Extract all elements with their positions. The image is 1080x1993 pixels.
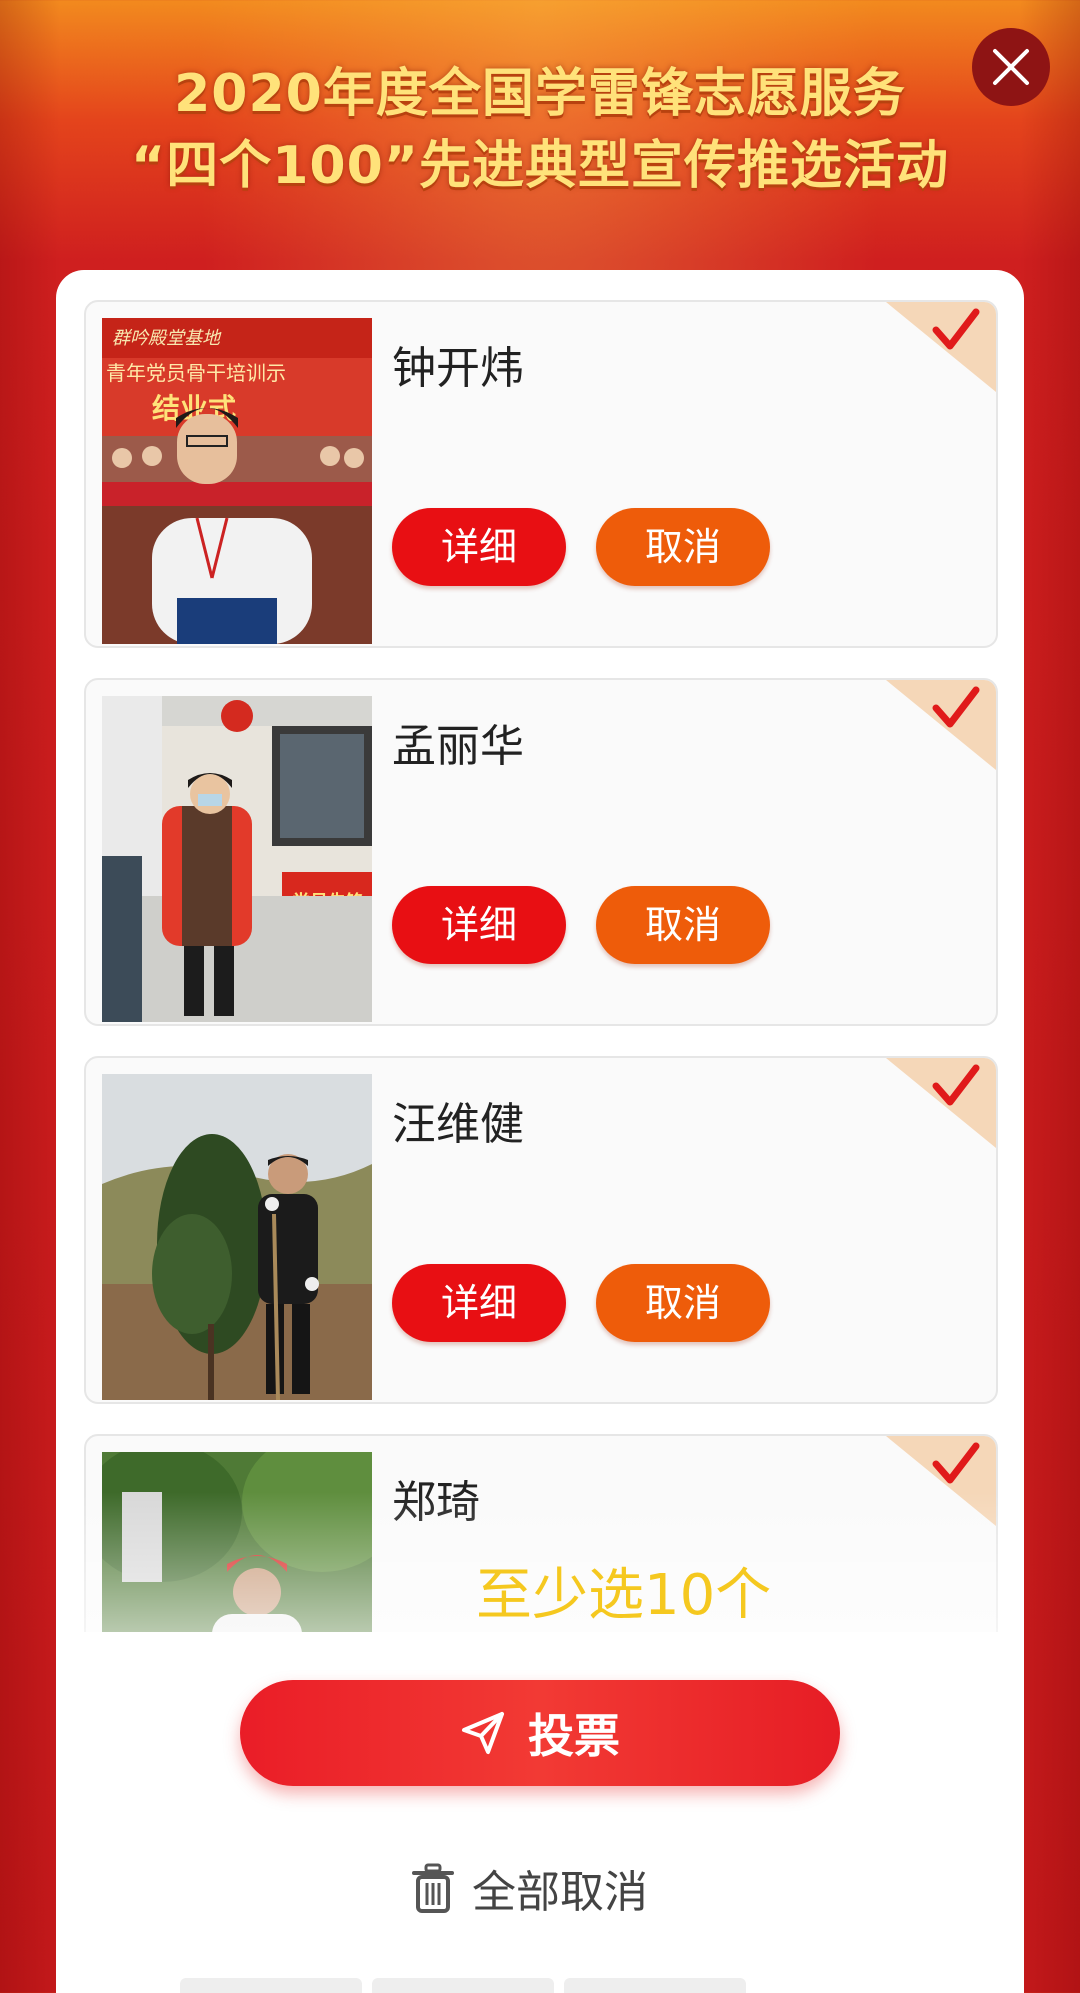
checkmark-icon xyxy=(886,302,996,392)
detail-button[interactable]: 详细 xyxy=(392,1264,566,1342)
close-button[interactable] xyxy=(972,28,1050,106)
title-line-2: “四个100”先进典型宣传推选活动 xyxy=(131,136,949,196)
footer-placeholder xyxy=(564,1978,746,1993)
footer-placeholder xyxy=(180,1978,362,1993)
cancel-button[interactable]: 取消 xyxy=(596,508,770,586)
candidate-name: 钟开炜 xyxy=(392,343,524,394)
candidate-name: 孟丽华 xyxy=(392,721,524,772)
photo-banner-top: 群吟殿堂基地 xyxy=(112,328,222,349)
vote-button[interactable]: 投票 xyxy=(240,1680,840,1786)
vote-label: 投票 xyxy=(528,1709,620,1763)
candidate-photo: 党员先锋 xyxy=(102,696,372,1022)
candidate-card: 汪维健 详细 取消 xyxy=(84,1056,998,1404)
candidate-photo: 群吟殿堂基地 青年党员骨干培训示 结业式 xyxy=(102,318,372,644)
cancel-button[interactable]: 取消 xyxy=(596,886,770,964)
photo-banner-mid: 青年党员骨干培训示 xyxy=(106,361,286,385)
minimum-selection-hint: 至少选10个 xyxy=(476,1563,772,1628)
cancel-all-button[interactable]: 全部取消 xyxy=(412,1858,648,1918)
cancel-all-label: 全部取消 xyxy=(472,1867,648,1918)
candidate-photo xyxy=(102,1074,372,1400)
trash-icon xyxy=(412,1863,454,1913)
checkmark-icon xyxy=(886,1058,996,1148)
candidate-card: 党员先锋 孟丽华 详细 取消 xyxy=(84,678,998,1026)
cancel-button[interactable]: 取消 xyxy=(596,1264,770,1342)
candidate-list[interactable]: 群吟殿堂基地 青年党员骨干培训示 结业式 钟开炜 详细 取消 孟丽华 详细 取消… xyxy=(56,270,1024,1632)
title-line-1: 2020年度全国学雷锋志愿服务 xyxy=(174,64,906,124)
candidate-name: 汪维健 xyxy=(392,1099,524,1150)
page-title: 2020年度全国学雷锋志愿服务 “四个100”先进典型宣传推选活动 xyxy=(0,58,1080,202)
send-icon xyxy=(462,1712,504,1754)
selection-panel: 群吟殿堂基地 青年党员骨干培训示 结业式 钟开炜 详细 取消 孟丽华 详细 取消… xyxy=(56,270,1024,1993)
footer-placeholder xyxy=(372,1978,554,1993)
candidate-card: 群吟殿堂基地 青年党员骨干培训示 结业式 钟开炜 详细 取消 xyxy=(84,300,998,648)
detail-button[interactable]: 详细 xyxy=(392,886,566,964)
close-icon xyxy=(993,49,1029,85)
detail-button[interactable]: 详细 xyxy=(392,508,566,586)
checkmark-icon xyxy=(886,680,996,770)
